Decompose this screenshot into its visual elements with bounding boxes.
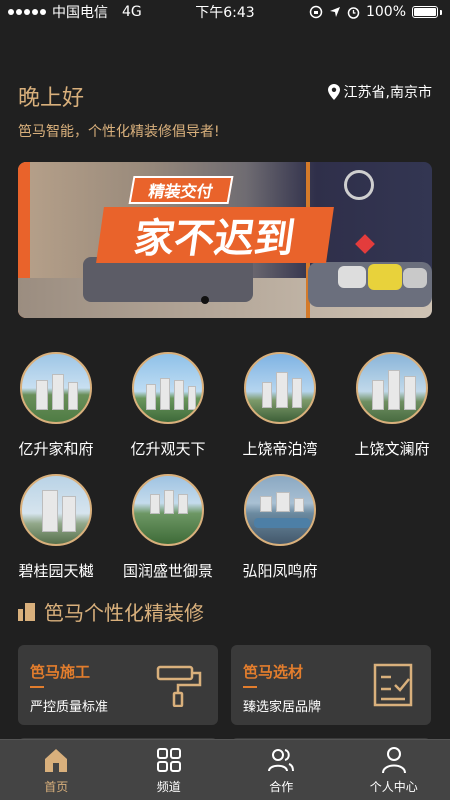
paint-roller-icon [156,665,202,707]
network-label: 4G [122,4,142,20]
location-pin-icon [327,84,340,100]
banner-tag: 精装交付 [128,176,234,204]
project-item[interactable]: 上饶帝泊湾 [224,352,336,459]
carousel-indicator[interactable] [201,296,209,304]
tagline-text: 笆马智能，个性化精装修倡导者! [18,124,220,140]
tab-label: 个人中心 [369,780,418,794]
rotation-lock-icon [309,5,323,19]
building-icon [18,602,36,621]
project-name: 国润盛世御景 [122,562,213,580]
clock: 下午6:43 [195,5,255,21]
project-name: 上饶帝泊湾 [242,440,318,458]
project-item[interactable]: 国润盛世御景 [112,474,224,581]
section-title: 笆马个性化精装修 [18,597,204,626]
project-thumbnail [20,474,92,546]
tab-label: 频道 [156,780,181,794]
tab-label: 首页 [44,780,69,794]
project-name: 碧桂园天樾 [18,562,94,580]
project-thumbnail [244,474,316,546]
project-item[interactable]: 亿升家和府 [0,352,112,459]
home-icon [45,749,68,772]
key-ring-icon [344,170,374,200]
location-selector[interactable]: 江苏省,南京市 [327,82,432,102]
project-item[interactable]: 弘阳凤鸣府 [224,474,336,581]
battery-cap [440,9,442,15]
project-thumbnail [132,474,204,546]
project-item[interactable]: 上饶文澜府 [336,352,448,459]
carrier-label: 中国电信 [52,5,108,21]
promo-banner[interactable]: 精装交付 家不迟到 [18,162,432,318]
status-left: 中国电信 4G [8,2,142,22]
checklist-icon [373,663,413,707]
person-icon [381,747,406,774]
project-thumbnail [244,352,316,424]
location-label: 江苏省,南京市 [343,85,432,101]
project-item[interactable]: 亿升观天下 [112,352,224,459]
tab-profile[interactable]: 个人中心 [338,740,450,800]
project-name: 上饶文澜府 [354,440,430,458]
greeting-text: 晚上好 [18,86,85,111]
service-card-materials[interactable]: 笆马选材 臻选家居品牌 [231,645,431,725]
service-card-construction[interactable]: 笆马施工 严控质量标准 [18,645,218,725]
card-underline [30,686,44,688]
banner-pillow-yellow [368,264,402,290]
tab-label: 合作 [269,780,294,794]
users-icon [268,749,295,772]
tab-channel[interactable]: 频道 [113,740,226,800]
alarm-icon [347,6,360,19]
tab-cooperation[interactable]: 合作 [225,740,338,800]
project-thumbnail [132,352,204,424]
project-name: 弘阳凤鸣府 [242,562,318,580]
signal-strength-icon [8,9,46,15]
grid-icon [156,748,181,772]
banner-pillow-white [338,266,366,288]
bottom-tab-bar: 首页 频道 合作 个人中心 [0,739,450,800]
battery-percent: 100% [365,4,406,20]
status-right: 100% [309,4,442,20]
location-arrow-icon [329,7,340,17]
project-name: 亿升观天下 [130,440,206,458]
project-name: 亿升家和府 [18,440,94,458]
card-underline [243,686,257,688]
banner-headline: 家不迟到 [96,207,334,263]
tab-home[interactable]: 首页 [0,740,113,800]
banner-pillow-grey [403,268,427,288]
battery-icon [412,6,438,18]
status-bar: 中国电信 4G 下午6:43 100% [0,0,450,24]
heart-keychain-icon [355,234,375,254]
project-thumbnail [20,352,92,424]
project-thumbnail [356,352,428,424]
section-title-text: 笆马个性化精装修 [44,601,204,625]
project-item[interactable]: 碧桂园天樾 [0,474,112,581]
